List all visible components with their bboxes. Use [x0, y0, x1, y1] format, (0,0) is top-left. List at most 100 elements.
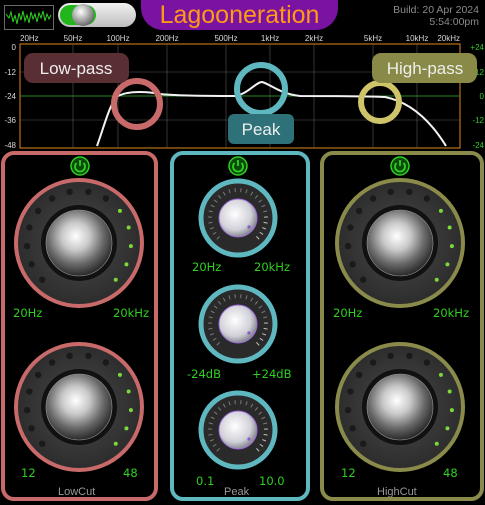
freq-tick-label: 50Hz	[64, 34, 83, 43]
db-right-label: +24	[470, 43, 484, 52]
knob-dot	[66, 188, 73, 196]
app-title: Lagooneration	[159, 1, 320, 29]
highcut-freq-knob[interactable]	[333, 176, 467, 310]
peak-gain-knob[interactable]	[198, 284, 278, 364]
build-date: Build: 20 Apr 2024	[393, 4, 479, 16]
knob-dot	[124, 262, 129, 267]
lowcut-slope-max: 48	[123, 466, 138, 480]
peak-q-knob[interactable]	[198, 390, 278, 470]
peak-panel-title: Peak	[224, 486, 250, 498]
knob-dot	[423, 195, 431, 202]
knob-dot	[85, 188, 92, 196]
lowcut-freq-knob[interactable]	[12, 176, 146, 310]
knob-dot	[355, 371, 363, 379]
lowcut-slope-min: 12	[21, 466, 36, 480]
peak-gain-min: -24dB	[187, 367, 221, 381]
lowcut-slope-knob[interactable]	[12, 340, 146, 474]
waveform-icon[interactable]	[4, 5, 54, 30]
bypass-toggle[interactable]	[58, 3, 136, 27]
knob-dot	[438, 372, 443, 377]
knob-dot	[26, 388, 33, 395]
knob-dot	[445, 262, 450, 267]
knob-dot	[39, 440, 46, 447]
knob-dot	[128, 408, 133, 413]
highcut-slope-min: 12	[341, 466, 356, 480]
highcut-panel-title: HighCut	[377, 486, 417, 498]
knob-indicator	[247, 437, 251, 441]
db-left-label: -36	[4, 116, 16, 125]
knob-dot	[449, 408, 454, 413]
knob-dot	[449, 244, 454, 249]
knob-tick	[263, 221, 268, 224]
knob-dot	[128, 244, 133, 249]
knob-dot	[113, 441, 118, 446]
freq-tick-label: 500Hz	[214, 34, 237, 43]
knob-dot	[349, 425, 356, 432]
knob-cap	[46, 210, 112, 276]
lowcut-panel-title: LowCut	[58, 486, 96, 498]
highcut-slope-knob[interactable]	[333, 340, 467, 474]
toggle-knob-icon	[72, 4, 94, 26]
knob-tick	[208, 327, 213, 330]
knob-dot	[124, 426, 129, 431]
knob-dot	[387, 188, 394, 196]
knob-dot	[445, 426, 450, 431]
knob-dot	[447, 389, 452, 394]
knob-dot	[360, 440, 367, 447]
freq-tick-label: 5kHz	[364, 34, 382, 43]
knob-dot	[48, 195, 56, 202]
knob-dot	[117, 208, 122, 213]
knob-dot	[355, 207, 363, 215]
knob-dot	[434, 277, 439, 282]
knob-dot	[34, 207, 42, 215]
knob-indicator	[247, 331, 251, 335]
knob-dot	[66, 352, 73, 360]
knob-indicator	[247, 225, 251, 229]
knob-cap	[218, 198, 258, 238]
knob-dot	[85, 352, 92, 360]
knob-dot	[347, 224, 354, 231]
knob-dot	[28, 425, 35, 432]
freq-tick-label: 200Hz	[155, 34, 178, 43]
knob-dot	[126, 225, 131, 230]
peak-gain-max: +24dB	[252, 367, 292, 381]
knob-dot	[113, 277, 118, 282]
freq-tick-label: 20Hz	[20, 34, 39, 43]
peak-freq-min: 20Hz	[192, 260, 222, 274]
lowcut-freq-max: 20kHz	[113, 306, 149, 320]
knob-cap	[367, 210, 433, 276]
knob-cap	[46, 374, 112, 440]
peak-freq-knob[interactable]	[198, 178, 278, 258]
highcut-slope-max: 48	[443, 466, 458, 480]
highcut-freq-min: 20Hz	[333, 306, 363, 320]
knob-dot	[102, 359, 110, 366]
knob-dot	[406, 352, 413, 360]
knob-dot	[434, 441, 439, 446]
lowcut-power-icon[interactable]	[70, 156, 90, 176]
peak-freq-max: 20kHz	[254, 260, 290, 274]
frequency-response-graph[interactable]: 20Hz 50Hz 100Hz 200Hz 500Hz 1kHz 2kHz 5kHz 10kHz…	[0, 32, 485, 150]
knob-tick	[263, 327, 268, 330]
knob-cap	[218, 304, 258, 344]
db-left-label: -12	[4, 68, 16, 77]
highcut-freq-max: 20kHz	[433, 306, 469, 320]
knob-cap	[218, 410, 258, 450]
highpass-label: High-pass	[387, 59, 464, 78]
peak-q-min: 0.1	[196, 474, 215, 488]
highcut-power-icon[interactable]	[390, 156, 410, 176]
freq-tick-label: 100Hz	[106, 34, 129, 43]
lowpass-label: Low-pass	[40, 59, 113, 78]
freq-tick-label: 10kHz	[406, 34, 429, 43]
knob-dot	[48, 359, 56, 366]
knob-dot	[23, 242, 31, 250]
knob-dot	[347, 388, 354, 395]
knob-dot	[344, 406, 352, 414]
build-info: Build: 20 Apr 2024 5:54:00pm	[393, 4, 479, 28]
freq-tick-label: 1kHz	[261, 34, 279, 43]
knob-cap	[367, 374, 433, 440]
knob-tick	[263, 433, 268, 436]
knob-dot	[23, 406, 31, 414]
db-right-label: -12	[472, 116, 484, 125]
db-left-label: -48	[4, 141, 16, 150]
peak-power-icon[interactable]	[228, 156, 248, 176]
